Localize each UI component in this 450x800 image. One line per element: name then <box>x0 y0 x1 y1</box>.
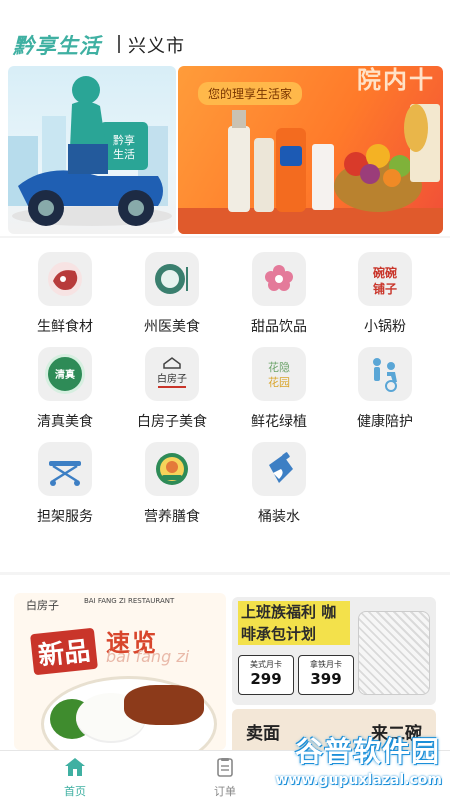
stretcher-icon <box>38 442 92 496</box>
bottled-water-icon <box>252 442 306 496</box>
grocery-products-illustration <box>178 104 443 234</box>
category-label: 小锅粉 <box>364 319 406 335</box>
category-label: 健康陪护 <box>357 414 413 430</box>
category-item[interactable]: 清真 清真美食 <box>20 337 110 430</box>
order-list-icon <box>217 758 233 777</box>
healthcare-icon <box>358 347 412 401</box>
banner-carousel[interactable]: 黔享 生活 您的理享生活家 院内十 <box>0 66 450 236</box>
svg-text:花园: 花园 <box>268 376 290 389</box>
hospital-food-icon <box>145 252 199 306</box>
category-item[interactable]: 健康陪护 <box>340 337 430 430</box>
category-item[interactable]: 白房子 白房子美食 <box>127 337 217 430</box>
card-name: 拿铁月卡 <box>310 660 342 669</box>
home-icon <box>65 758 85 776</box>
category-grid: 生鲜食材 州医美食 甜品饮品 碗碗 铺子 小锅粉 清真 清真美食 白房子 白房子… <box>0 238 450 572</box>
svg-text:生活: 生活 <box>113 147 135 161</box>
category-item[interactable]: 桶装水 <box>234 432 324 525</box>
category-label: 清真美食 <box>37 414 93 430</box>
promo-baifangzi[interactable]: 白房子 BAI FANG ZI RESTAURANT 新品 速览 bai fan… <box>14 593 226 750</box>
top-header: 黔享生活 兴义市 <box>0 0 450 66</box>
category-label: 州医美食 <box>144 319 200 335</box>
noodle-icon: 碗碗 铺子 <box>358 252 412 306</box>
svg-text:花隐: 花隐 <box>268 361 290 374</box>
category-label: 担架服务 <box>37 509 93 525</box>
card-price: 299 <box>250 670 282 688</box>
watermark-url: www.gupuxlazal.com <box>275 772 442 788</box>
coffee-promo-title: 上班族福利 咖啡承包计划 <box>238 601 350 645</box>
promo-noodle-left: 卖面 <box>246 724 280 744</box>
delivery-rider-illustration: 黔享 生活 <box>8 76 172 226</box>
svg-text:碗碗: 碗碗 <box>373 265 397 280</box>
flower-plant-icon: 花隐 花园 <box>252 347 306 401</box>
tab-home[interactable]: 首页 <box>35 757 115 799</box>
halal-food-icon: 清真 <box>38 347 92 401</box>
category-item[interactable]: 州医美食 <box>127 242 217 335</box>
barista-illustration <box>358 611 430 695</box>
category-label: 甜品饮品 <box>251 319 307 335</box>
category-item[interactable]: 营养膳食 <box>127 432 217 525</box>
svg-text:铺子: 铺子 <box>373 281 397 296</box>
category-label: 营养膳食 <box>144 509 200 525</box>
category-label: 生鲜食材 <box>37 319 93 335</box>
city-selector[interactable]: 兴义市 <box>128 32 185 58</box>
card-price: 399 <box>310 670 342 688</box>
nutrition-meal-icon <box>145 442 199 496</box>
header-divider <box>118 35 120 53</box>
tab-order-label: 订单 <box>214 785 236 798</box>
category-item[interactable]: 花隐 花园 鲜花绿植 <box>234 337 324 430</box>
category-item[interactable]: 生鲜食材 <box>20 242 110 335</box>
tab-order[interactable]: 订单 <box>185 757 265 799</box>
new-product-tag: 新品 <box>30 627 98 676</box>
baifangzi-logo-en: BAI FANG ZI RESTAURANT <box>84 597 175 605</box>
baifangzi-logo: 白房子 <box>26 599 59 612</box>
tab-home-label: 首页 <box>64 785 86 798</box>
banner-delivery[interactable]: 黔享 生活 <box>8 66 176 234</box>
svg-text:清真: 清真 <box>55 368 75 381</box>
app-brand-logo: 黔享生活 <box>13 34 101 58</box>
promo-subtitle: bai fang zi <box>106 647 190 666</box>
category-label: 白房子美食 <box>137 414 207 430</box>
category-item[interactable]: 碗碗 铺子 小锅粉 <box>340 242 430 335</box>
promo-coffee[interactable]: 上班族福利 咖啡承包计划 美式月卡 299 拿铁月卡 399 <box>232 597 436 705</box>
banner-grocery[interactable]: 您的理享生活家 院内十 <box>178 66 443 234</box>
bai-fang-zi-icon: 白房子 <box>145 347 199 401</box>
card-name: 美式月卡 <box>250 660 282 669</box>
category-label: 桶装水 <box>258 509 300 525</box>
watermark-text: 谷普软件园 <box>294 735 440 768</box>
svg-text:黔享: 黔享 <box>113 133 135 147</box>
svg-text:白房子: 白房子 <box>157 372 187 385</box>
dessert-drink-icon <box>252 252 306 306</box>
meat-illustration <box>124 685 204 725</box>
fresh-food-icon <box>38 252 92 306</box>
app-screen: 黔享生活 兴义市 黔享 生活 您的理享生活家 院内十 生鲜食材 州医美食 甜品饮… <box>0 0 450 800</box>
promo-section: 白房子 BAI FANG ZI RESTAURANT 新品 速览 bai fan… <box>0 575 450 750</box>
category-item[interactable]: 甜品饮品 <box>234 242 324 335</box>
category-item[interactable]: 担架服务 <box>20 432 110 525</box>
category-label: 鲜花绿植 <box>251 414 307 430</box>
americano-card: 美式月卡 299 <box>238 655 294 695</box>
latte-card: 拿铁月卡 399 <box>298 655 354 695</box>
